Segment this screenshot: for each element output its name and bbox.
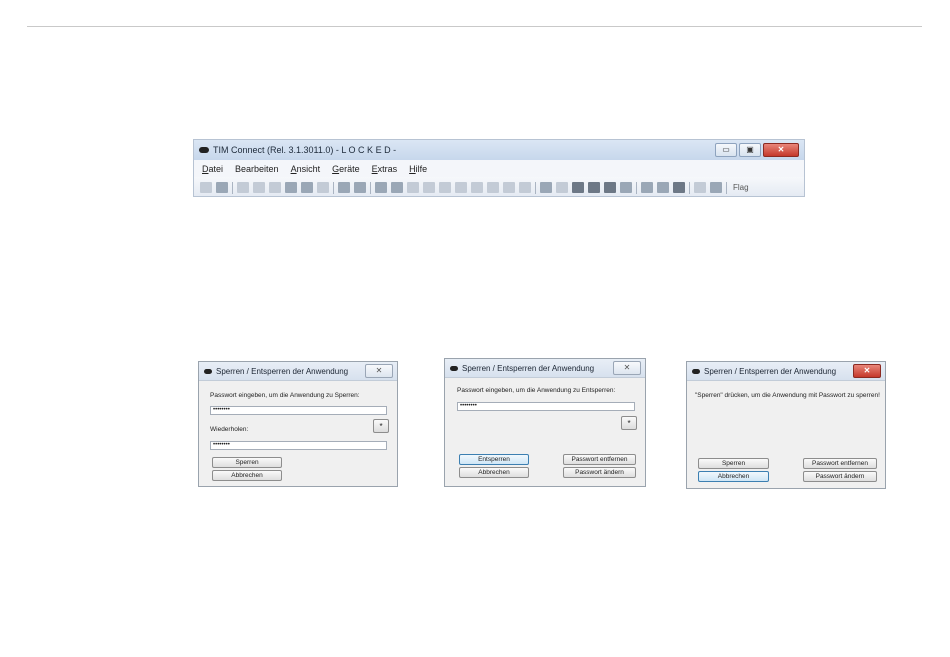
- page-divider: [27, 26, 922, 27]
- unlock-button[interactable]: Entsperren: [459, 454, 529, 465]
- show-password-button[interactable]: *: [621, 416, 637, 430]
- toolbar-separator: [726, 181, 727, 194]
- menu-ansicht[interactable]: Ansicht: [291, 164, 321, 174]
- password-prompt: Passwort eingeben, um die Anwendung zu S…: [210, 392, 360, 399]
- menu-datei[interactable]: Datei: [202, 164, 223, 174]
- save-icon[interactable]: [216, 182, 228, 193]
- scale-2-icon[interactable]: [604, 182, 616, 193]
- app-title: TIM Connect (Rel. 3.1.3011.0) - L O C K …: [213, 145, 397, 155]
- lock-instruction: "Sperren" drücken, um die Anwendung mit …: [695, 392, 880, 399]
- play-icon[interactable]: [237, 182, 249, 193]
- dialog-title: Sperren / Entsperren der Anwendung: [216, 366, 349, 376]
- cancel-button[interactable]: Abbrechen: [459, 467, 529, 478]
- dialog-titlebar: Sperren / Entsperren der Anwendung ✕: [687, 362, 885, 381]
- pause-icon[interactable]: [253, 182, 265, 193]
- stop-icon[interactable]: [269, 182, 281, 193]
- ruler-icon[interactable]: [519, 182, 531, 193]
- palette-icon[interactable]: [572, 182, 584, 193]
- maximize-button[interactable]: ▣: [739, 143, 761, 157]
- dialog-close-button[interactable]: ✕: [365, 364, 393, 378]
- dots-icon[interactable]: [503, 182, 515, 193]
- dialog-icon: [204, 368, 212, 374]
- toolbar: Flag: [194, 177, 804, 196]
- password-prompt: Passwort eingeben, um die Anwendung zu E…: [457, 387, 616, 394]
- align-icon[interactable]: [657, 182, 669, 193]
- close-button[interactable]: ✕: [763, 143, 799, 157]
- show-password-button[interactable]: *: [373, 419, 389, 433]
- cancel-button[interactable]: Abbrechen: [698, 471, 769, 482]
- toolbar-separator: [636, 181, 637, 194]
- app-titlebar: TIM Connect (Rel. 3.1.3011.0) - L O C K …: [194, 140, 804, 160]
- password-field[interactable]: ••••••••: [457, 402, 635, 411]
- remove-password-button[interactable]: Passwort entfernen: [803, 458, 877, 469]
- toolbar-separator: [689, 181, 690, 194]
- menu-bearbeiten[interactable]: Bearbeiten: [235, 164, 279, 174]
- dialog-title: Sperren / Entsperren der Anwendung: [462, 363, 595, 373]
- dialog-title: Sperren / Entsperren der Anwendung: [704, 366, 837, 376]
- dialog-titlebar: Sperren / Entsperren der Anwendung ✕: [199, 362, 397, 381]
- menu-bar: Datei Bearbeiten Ansicht Geräte Extras H…: [194, 160, 804, 177]
- dialog-icon: [450, 365, 458, 371]
- dialog-close-button[interactable]: ✕: [613, 361, 641, 375]
- change-password-button[interactable]: Passwort ändern: [803, 471, 877, 482]
- dialog-titlebar: Sperren / Entsperren der Anwendung ✕: [445, 359, 645, 378]
- device-icon[interactable]: [407, 182, 419, 193]
- histogram-icon[interactable]: [391, 182, 403, 193]
- toolbar-separator: [370, 181, 371, 194]
- password-field[interactable]: ••••••••: [210, 406, 387, 415]
- repeat-password-field[interactable]: ••••••••: [210, 441, 387, 450]
- confirm-lock-dialog: Sperren / Entsperren der Anwendung ✕ "Sp…: [686, 361, 886, 489]
- open-file-icon[interactable]: [200, 182, 212, 193]
- dialog-icon: [692, 368, 700, 374]
- tools-icon[interactable]: [620, 182, 632, 193]
- minimize-button[interactable]: ▭: [715, 143, 737, 157]
- app-icon: [199, 147, 209, 153]
- remove-password-button[interactable]: Passwort entfernen: [563, 454, 636, 465]
- window-2-icon[interactable]: [710, 182, 722, 193]
- lock-dialog: Sperren / Entsperren der Anwendung ✕ Pas…: [198, 361, 398, 487]
- record-icon[interactable]: [285, 182, 297, 193]
- frame-icon[interactable]: [556, 182, 568, 193]
- camera-icon[interactable]: [301, 182, 313, 193]
- lock-button[interactable]: Sperren: [698, 458, 769, 469]
- report-2-icon[interactable]: [354, 182, 366, 193]
- grid-icon[interactable]: [487, 182, 499, 193]
- bar-icon[interactable]: [641, 182, 653, 193]
- layout-icon[interactable]: [375, 182, 387, 193]
- report-icon[interactable]: [338, 182, 350, 193]
- window-controls: ▭ ▣ ✕: [715, 143, 799, 157]
- menu-hilfe[interactable]: Hilfe: [409, 164, 427, 174]
- copy-image-icon[interactable]: [317, 182, 329, 193]
- unlock-dialog: Sperren / Entsperren der Anwendung ✕ Pas…: [444, 358, 646, 487]
- settings-icon[interactable]: [673, 182, 685, 193]
- repeat-label: Wiederholen:: [210, 426, 249, 433]
- cancel-button[interactable]: Abbrechen: [212, 470, 282, 481]
- line-chart-icon[interactable]: [439, 182, 451, 193]
- hand-icon[interactable]: [540, 182, 552, 193]
- toolbar-separator: [333, 181, 334, 194]
- toolbar-separator: [535, 181, 536, 194]
- menu-extras[interactable]: Extras: [372, 164, 398, 174]
- multi-chart-icon[interactable]: [471, 182, 483, 193]
- app-window: TIM Connect (Rel. 3.1.3011.0) - L O C K …: [193, 139, 805, 197]
- toolbar-separator: [232, 181, 233, 194]
- scale-icon[interactable]: [588, 182, 600, 193]
- dialog-close-button[interactable]: ✕: [853, 364, 881, 378]
- change-password-button[interactable]: Passwort ändern: [563, 467, 636, 478]
- window-icon[interactable]: [694, 182, 706, 193]
- lock-button[interactable]: Sperren: [212, 457, 282, 468]
- menu-geraete[interactable]: Geräte: [332, 164, 360, 174]
- flag-button[interactable]: Flag: [733, 183, 749, 192]
- temperature-curve-icon[interactable]: [455, 182, 467, 193]
- profile-icon[interactable]: [423, 182, 435, 193]
